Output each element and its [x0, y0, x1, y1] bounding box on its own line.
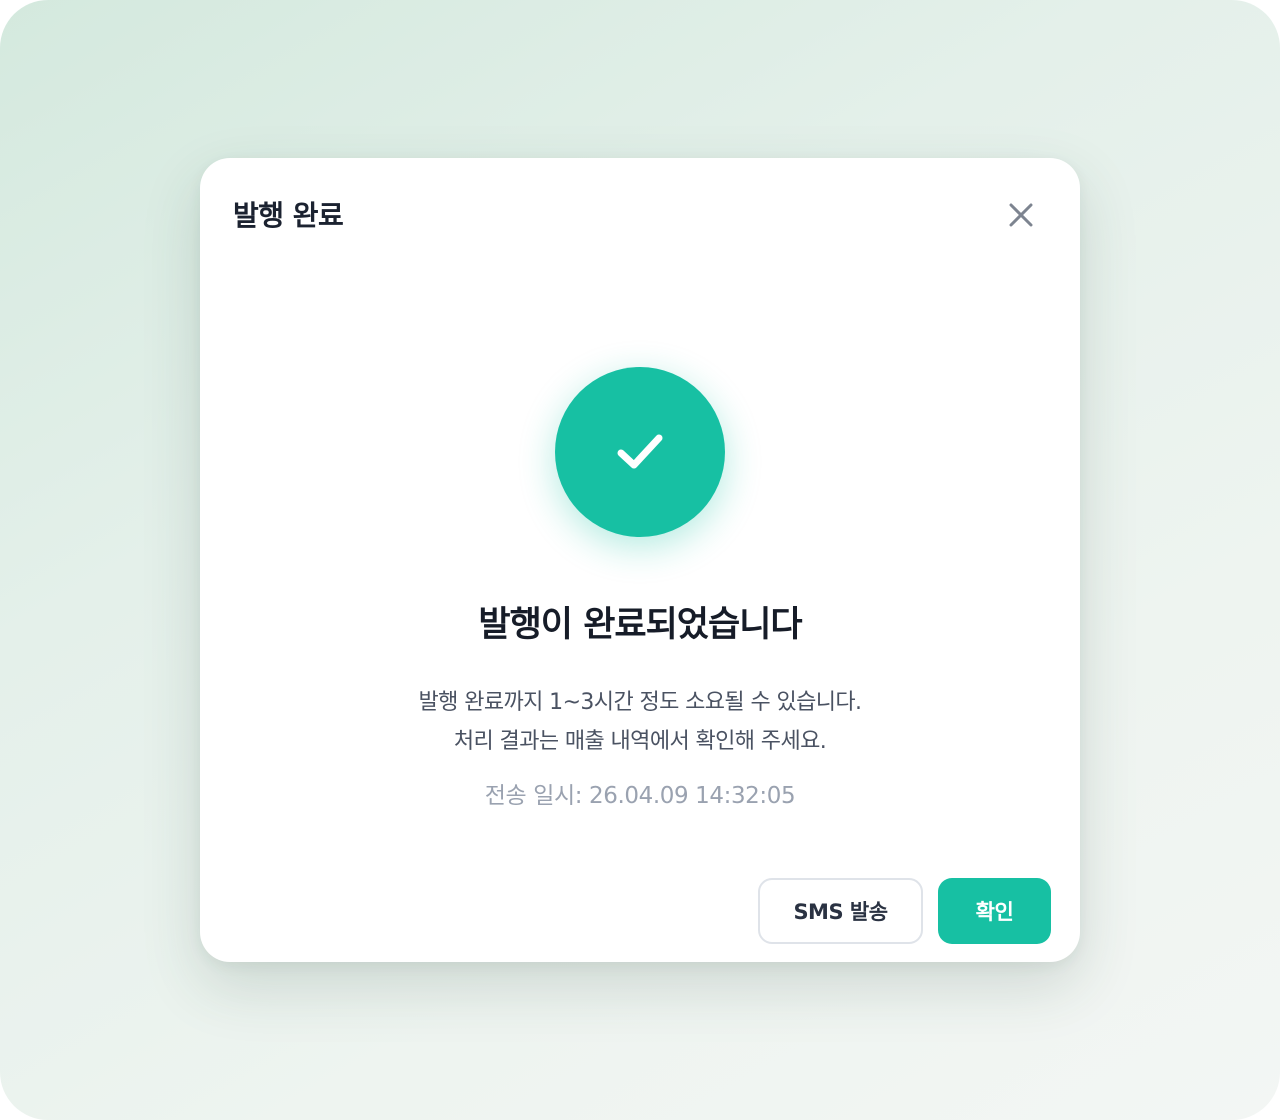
sent-at-value: 26.04.09 14:32:05	[589, 783, 796, 809]
send-sms-label: SMS 발송	[793, 900, 888, 924]
close-icon	[1009, 203, 1033, 227]
sent-at-row: 전송 일시: 26.04.09 14:32:05	[200, 781, 1080, 811]
description-line-2: 처리 결과는 매출 내역에서 확인해 주세요.	[453, 729, 827, 754]
send-sms-button[interactable]: SMS 발송	[758, 878, 923, 944]
confirm-button[interactable]: 확인	[938, 878, 1051, 944]
check-icon	[617, 434, 663, 469]
success-badge	[555, 367, 725, 537]
dialog-title: 발행 완료	[233, 199, 344, 232]
sent-at-label: 전송 일시:	[484, 783, 583, 809]
app-background: 발행 완료 발행이 완료되었습니다 발행 완료까지 1~3시간 정도 소요될 수…	[0, 0, 1280, 1120]
issue-complete-dialog: 발행 완료 발행이 완료되었습니다 발행 완료까지 1~3시간 정도 소요될 수…	[200, 158, 1080, 962]
close-button[interactable]	[1002, 196, 1040, 234]
success-headline: 발행이 완료되었습니다	[478, 605, 802, 645]
description-line-1: 발행 완료까지 1~3시간 정도 소요될 수 있습니다.	[418, 690, 863, 715]
confirm-label: 확인	[975, 900, 1014, 924]
